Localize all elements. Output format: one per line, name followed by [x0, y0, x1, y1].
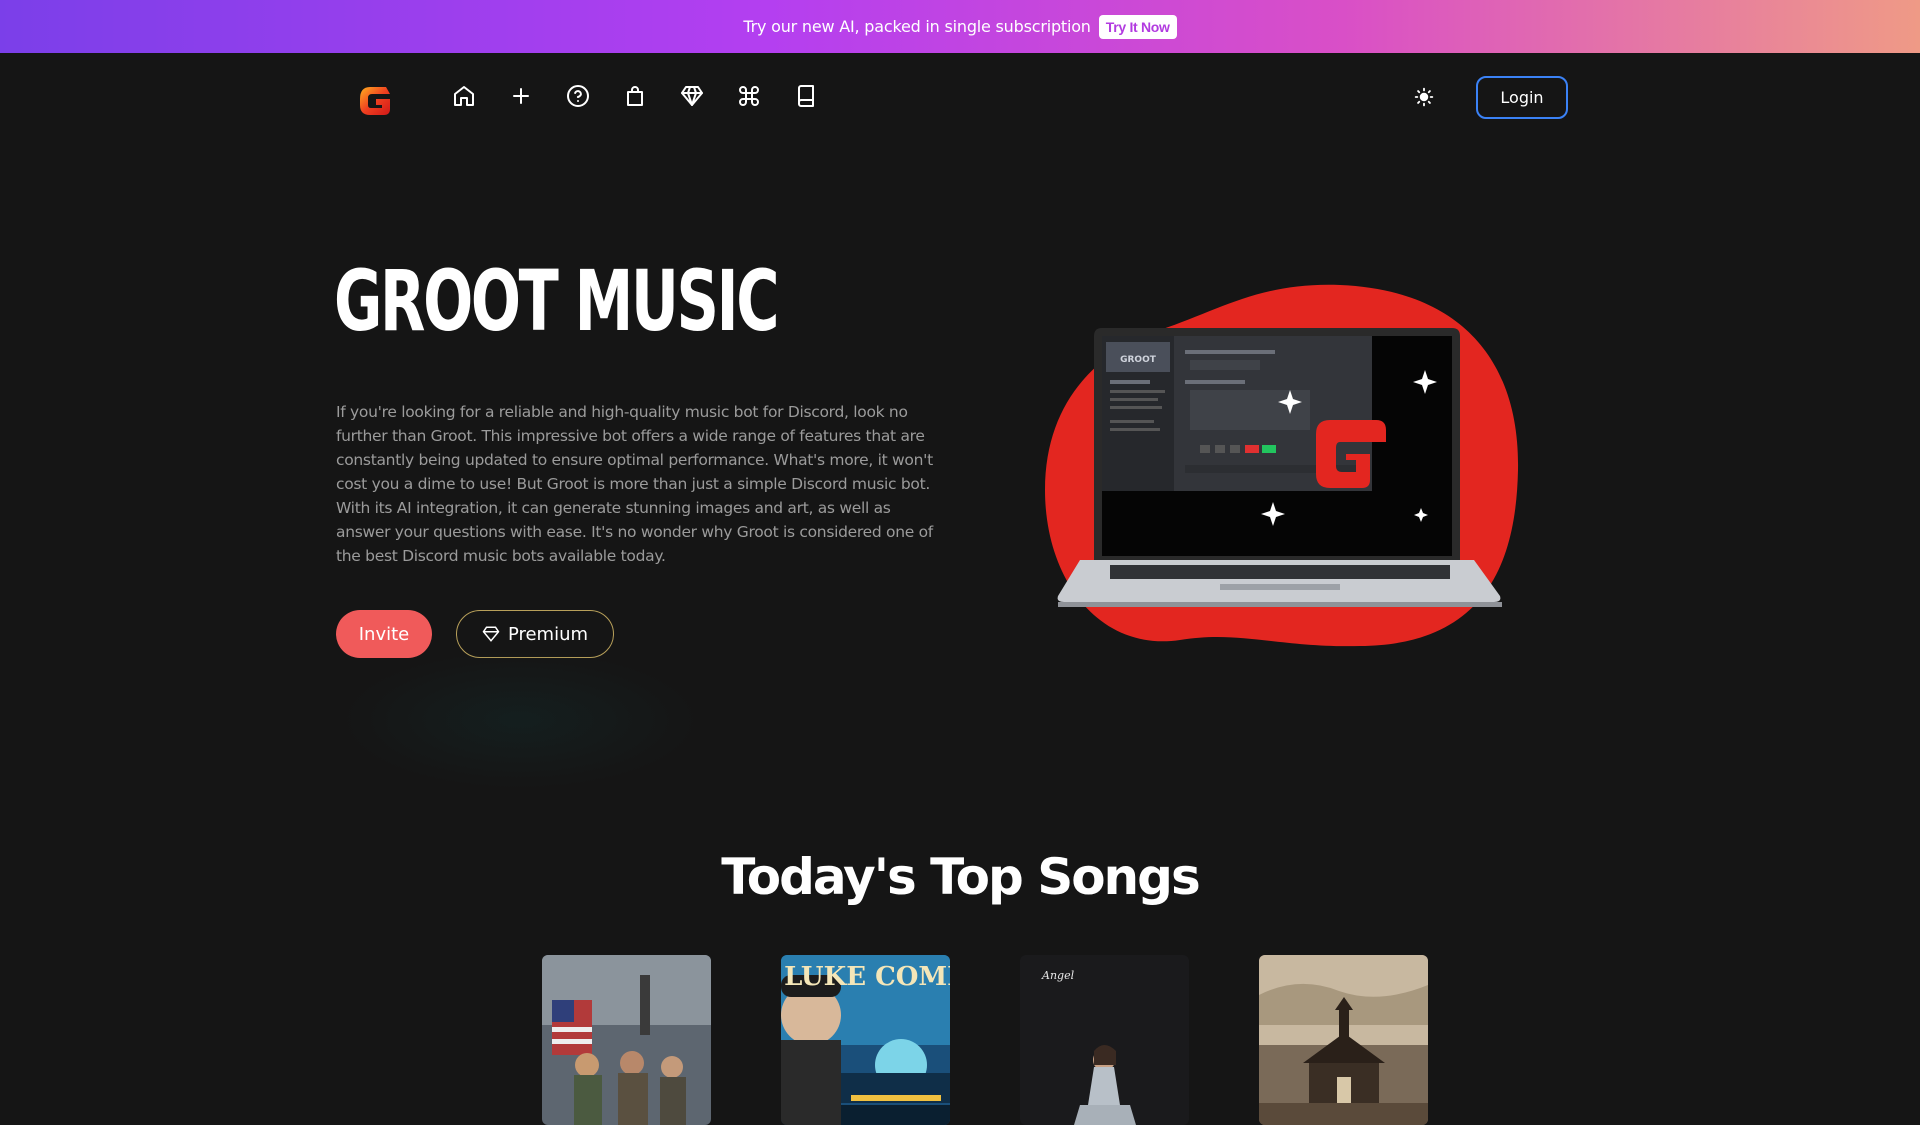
command-icon[interactable]: [737, 84, 761, 108]
laptop-screen-server-name: GROOT: [1120, 355, 1157, 365]
song-card-2[interactable]: LUKE COMBS: [781, 955, 950, 1125]
book-icon[interactable]: [794, 84, 818, 108]
theme-toggle-sun-icon[interactable]: [1414, 87, 1434, 107]
groot-logo[interactable]: [356, 81, 396, 121]
promo-banner: Try our new AI, packed in single subscri…: [0, 0, 1920, 53]
promo-text: Try our new AI, packed in single subscri…: [743, 17, 1091, 36]
login-button[interactable]: Login: [1476, 76, 1568, 119]
section-title-top-songs: Today's Top Songs: [721, 848, 1200, 906]
chapel-album-cover: [1259, 955, 1428, 1125]
try-it-now-button[interactable]: Try It Now: [1098, 14, 1177, 39]
top-nav: Login: [0, 53, 1920, 143]
song-card-1[interactable]: [542, 955, 711, 1125]
help-circle-icon[interactable]: [566, 84, 590, 108]
hero-description: If you're looking for a reliable and hig…: [336, 403, 933, 565]
diamond-icon: [482, 626, 500, 642]
premium-button-label: Premium: [507, 623, 589, 645]
song-card-3[interactable]: Angel: [1020, 955, 1189, 1125]
nav-icon-group: [452, 84, 818, 108]
plus-icon[interactable]: [509, 84, 533, 108]
top-songs-list: LUKE COMBS Angel: [542, 955, 1428, 1125]
song-card-4[interactable]: [1259, 955, 1428, 1125]
album-cover-text: LUKE COMBS: [784, 962, 950, 992]
home-icon[interactable]: [452, 84, 476, 108]
page-title: GROOT MUSIC: [334, 252, 779, 350]
decorative-glow: [340, 650, 700, 790]
shopping-bag-icon[interactable]: [623, 84, 647, 108]
groot-logo-icon: [360, 87, 390, 115]
flag-soldiers-album-cover: [542, 955, 711, 1125]
album-cover-text: Angel: [1041, 969, 1075, 982]
diamond-icon[interactable]: [680, 84, 704, 108]
hero-laptop-illustration: GROOT: [1040, 280, 1520, 660]
luke-combs-album-cover: LUKE COMBS: [781, 955, 950, 1125]
angel-album-cover: Angel: [1020, 955, 1189, 1125]
